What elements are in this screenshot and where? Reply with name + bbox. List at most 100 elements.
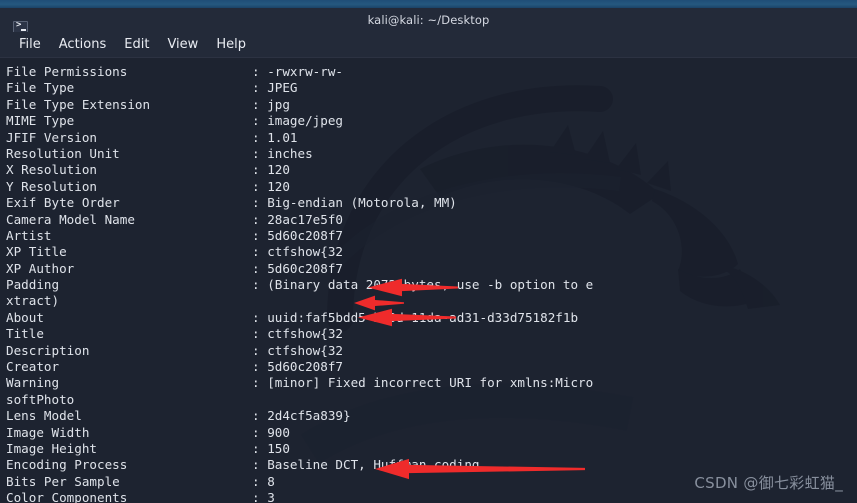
exif-row: XP Author: 5d60c208f7 bbox=[6, 261, 857, 277]
exif-value: Baseline DCT, Huffman coding bbox=[267, 457, 480, 473]
window-title: kali@kali: ~/Desktop bbox=[367, 13, 490, 27]
exif-row: About: uuid:faf5bdd5-ba3d-11da-ad31-d33d… bbox=[6, 310, 857, 326]
exif-value: JPEG bbox=[267, 80, 298, 96]
exif-key: Title bbox=[6, 326, 44, 342]
exif-value: uuid:faf5bdd5-ba3d-11da-ad31-d33d75182f1… bbox=[267, 309, 579, 325]
exif-key: Encoding Process bbox=[6, 457, 128, 473]
exif-separator: : bbox=[252, 129, 260, 145]
exif-key: MIME Type bbox=[6, 113, 75, 129]
exif-row: Image Height: 150 bbox=[6, 441, 857, 457]
exif-row: File Type: JPEG bbox=[6, 80, 857, 96]
exif-key: Artist bbox=[6, 227, 52, 243]
exif-separator: : bbox=[252, 195, 260, 211]
exif-value: image/jpeg bbox=[267, 113, 344, 129]
exif-separator: : bbox=[252, 375, 260, 391]
exif-row: XP Title: ctfshow{32 bbox=[6, 244, 857, 260]
menu-item-file[interactable]: File bbox=[10, 35, 50, 54]
exif-separator: : bbox=[252, 408, 260, 424]
exif-value: 3 bbox=[267, 490, 275, 503]
exif-key: JFIF Version bbox=[6, 129, 97, 145]
exif-separator: : bbox=[252, 64, 260, 79]
exif-value: 120 bbox=[267, 178, 290, 194]
exif-row: Title: ctfshow{32 bbox=[6, 326, 857, 342]
menu-item-view[interactable]: View bbox=[158, 35, 207, 54]
exif-value: 1.01 bbox=[267, 129, 298, 145]
exif-separator: : bbox=[252, 96, 260, 112]
exif-separator: : bbox=[252, 211, 260, 227]
exif-separator: : bbox=[252, 178, 260, 194]
menu-item-actions[interactable]: Actions bbox=[50, 35, 116, 54]
exif-key: File Permissions bbox=[6, 64, 128, 79]
exif-separator: : bbox=[252, 473, 260, 489]
exif-separator: : bbox=[252, 490, 260, 503]
exif-key: xtract) bbox=[6, 293, 60, 309]
exif-separator: : bbox=[252, 277, 260, 293]
exif-row: File Type Extension: jpg bbox=[6, 97, 857, 113]
exif-value: jpg bbox=[267, 96, 290, 112]
exif-separator: : bbox=[252, 457, 260, 473]
exif-value: ctfshow{32 bbox=[267, 342, 344, 358]
exif-separator: : bbox=[252, 309, 260, 325]
menu-item-edit[interactable]: Edit bbox=[115, 35, 158, 54]
exif-value: 5d60c208f7 bbox=[267, 227, 344, 243]
exif-row: Padding: (Binary data 2072 bytes, use -b… bbox=[6, 277, 857, 293]
exif-row: MIME Type: image/jpeg bbox=[6, 113, 857, 129]
exif-row: Creator: 5d60c208f7 bbox=[6, 359, 857, 375]
exif-key: Exif Byte Order bbox=[6, 195, 120, 211]
exif-key: Warning bbox=[6, 375, 60, 391]
exif-value: inches bbox=[267, 145, 313, 161]
exif-separator: : bbox=[252, 80, 260, 96]
exif-value: ctfshow{32 bbox=[267, 326, 344, 342]
exif-key: File Type Extension bbox=[6, 96, 151, 112]
exif-value: 2d4cf5a839} bbox=[267, 408, 351, 424]
exif-row: Camera Model Name: 28ac17e5f0 bbox=[6, 212, 857, 228]
exif-separator: : bbox=[252, 342, 260, 358]
exif-value: -rwxrw-rw- bbox=[267, 64, 344, 79]
exif-row: Exif Byte Order: Big-endian (Motorola, M… bbox=[6, 195, 857, 211]
exif-separator: : bbox=[252, 424, 260, 440]
exif-separator: : bbox=[252, 260, 260, 276]
desktop-background-strip bbox=[0, 0, 857, 8]
exif-key: X Resolution bbox=[6, 162, 97, 178]
exif-separator: : bbox=[252, 227, 260, 243]
menu-bar: File Actions Edit View Help bbox=[0, 32, 857, 58]
exif-value: 5d60c208f7 bbox=[267, 260, 344, 276]
exif-row: softPhoto bbox=[6, 392, 857, 408]
exif-value: [minor] Fixed incorrect URI for xmlns:Mi… bbox=[267, 375, 594, 391]
window-titlebar[interactable]: kali@kali: ~/Desktop bbox=[0, 8, 857, 35]
exif-key: Image Width bbox=[6, 424, 90, 440]
exif-row: File Permissions: -rwxrw-rw- bbox=[6, 64, 857, 80]
exif-key: softPhoto bbox=[6, 391, 75, 407]
exif-row: Resolution Unit: inches bbox=[6, 146, 857, 162]
exif-separator: : bbox=[252, 359, 260, 375]
csdn-watermark: CSDN @御七彩虹猫_ bbox=[694, 474, 843, 492]
exif-row: Lens Model: 2d4cf5a839} bbox=[6, 408, 857, 424]
exif-key: File Type bbox=[6, 80, 75, 96]
terminal-window: kali@kali: ~/Desktop File Actions Edit V… bbox=[0, 0, 857, 503]
exif-row: Y Resolution: 120 bbox=[6, 179, 857, 195]
exif-key: Y Resolution bbox=[6, 178, 97, 194]
exif-key: About bbox=[6, 309, 44, 325]
exif-separator: : bbox=[252, 326, 260, 342]
exif-value: 8 bbox=[267, 473, 275, 489]
menu-item-help[interactable]: Help bbox=[207, 35, 255, 54]
exif-value: (Binary data 2072 bytes, use -b option t… bbox=[267, 277, 594, 293]
exif-row: Artist: 5d60c208f7 bbox=[6, 228, 857, 244]
exif-key: Color Components bbox=[6, 490, 128, 503]
terminal-output-area[interactable]: File Permissions: -rwxrw-rw- File Type: J… bbox=[0, 59, 857, 503]
exif-row: X Resolution: 120 bbox=[6, 162, 857, 178]
exif-key: Description bbox=[6, 342, 90, 358]
exif-separator: : bbox=[252, 145, 260, 161]
exif-key: Image Height bbox=[6, 440, 97, 456]
exif-value: 120 bbox=[267, 162, 290, 178]
exif-value: 5d60c208f7 bbox=[267, 359, 344, 375]
exif-key: Lens Model bbox=[6, 408, 82, 424]
exif-separator: : bbox=[252, 244, 260, 260]
exif-value: 28ac17e5f0 bbox=[267, 211, 344, 227]
exif-value: Big-endian (Motorola, MM) bbox=[267, 195, 457, 211]
exif-row: Image Width: 900 bbox=[6, 425, 857, 441]
exif-key: Camera Model Name bbox=[6, 211, 135, 227]
exif-value: 150 bbox=[267, 440, 290, 456]
exif-key: Resolution Unit bbox=[6, 145, 120, 161]
exif-value: 900 bbox=[267, 424, 290, 440]
